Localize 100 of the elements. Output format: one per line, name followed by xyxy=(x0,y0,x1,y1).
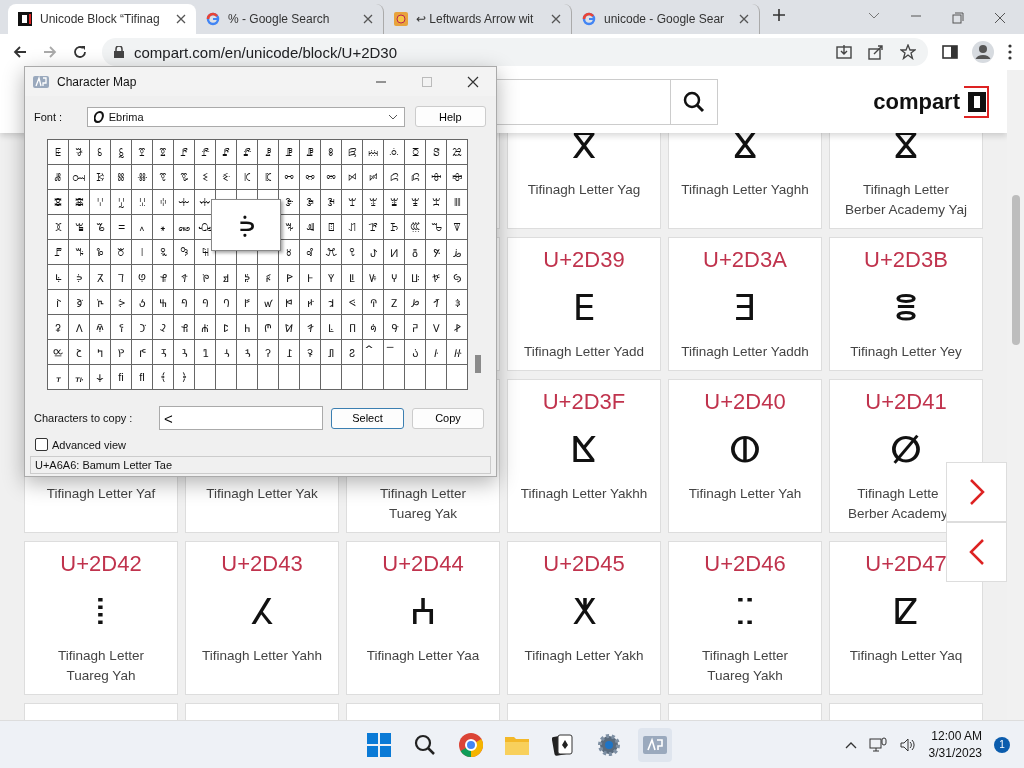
advanced-view-checkbox[interactable] xyxy=(35,438,48,451)
character-cell[interactable]: ꚡ xyxy=(384,240,405,265)
character-cell[interactable]: ﴿ xyxy=(174,365,195,390)
character-cell[interactable]: ꗖ xyxy=(237,140,258,165)
character-cell[interactable]: ꗛ xyxy=(342,140,363,165)
character-cell[interactable]: ꗕ xyxy=(216,140,237,165)
character-card[interactable]: U+2D45 ⵅ Tifinagh Letter Yakh xyxy=(507,541,661,695)
character-cell[interactable]: ꗲ xyxy=(405,165,426,190)
character-cell[interactable]: ꘅ xyxy=(384,190,405,215)
menu-icon[interactable] xyxy=(1008,44,1012,60)
character-cell[interactable]: ꛴ xyxy=(447,340,468,365)
character-cell[interactable]: ꚱ xyxy=(300,265,321,290)
character-cell[interactable]: ꗫ xyxy=(258,165,279,190)
close-icon[interactable] xyxy=(994,12,1006,24)
close-icon[interactable] xyxy=(176,14,186,24)
character-cell[interactable]: ꛜ xyxy=(363,315,384,340)
character-cell[interactable]: ꗯ xyxy=(342,165,363,190)
character-cell[interactable]: ꚥ xyxy=(48,265,69,290)
character-cell[interactable]: ꛵ xyxy=(48,365,69,390)
network-icon[interactable] xyxy=(868,736,887,753)
character-cell[interactable]: ꛢ xyxy=(69,340,90,365)
character-cell[interactable]: ꛚ xyxy=(321,315,342,340)
character-cell[interactable]: ꘝ xyxy=(48,240,69,265)
character-cell[interactable] xyxy=(237,365,258,390)
character-cell[interactable]: ꛤ xyxy=(111,340,132,365)
character-cell[interactable]: ꚽ xyxy=(132,290,153,315)
character-cell[interactable]: ꗶ xyxy=(69,190,90,215)
copy-button[interactable]: Copy xyxy=(412,407,484,429)
character-cell[interactable]: ꘄ xyxy=(363,190,384,215)
character-cell[interactable]: ꘂ xyxy=(321,190,342,215)
character-cell[interactable] xyxy=(426,365,447,390)
character-cell[interactable]: ꗮ xyxy=(321,165,342,190)
character-cell[interactable]: ꚯ xyxy=(258,265,279,290)
character-cell[interactable]: ꛁ xyxy=(216,290,237,315)
character-cell[interactable]: ꗦ xyxy=(153,165,174,190)
character-cell[interactable]: ꘗ xyxy=(342,215,363,240)
address-bar[interactable]: compart.com/en/unicode/block/U+2D30 xyxy=(102,38,928,66)
character-cell[interactable]: ꘊ xyxy=(69,215,90,240)
character-cell[interactable]: ꚤ xyxy=(447,240,468,265)
character-cell[interactable]: ꘇ xyxy=(426,190,447,215)
character-cell[interactable] xyxy=(258,365,279,390)
font-dropdown[interactable]: Ebrima xyxy=(86,106,405,127)
character-cell[interactable]: ꚲ xyxy=(321,265,342,290)
character-cell[interactable]: ꘜ xyxy=(447,215,468,240)
character-cell[interactable]: ꘎ xyxy=(153,215,174,240)
help-button[interactable]: Help xyxy=(414,106,486,127)
character-cell[interactable]: ꘩ xyxy=(300,240,321,265)
character-cell[interactable]: ꗷ xyxy=(90,190,111,215)
character-cell[interactable]: ꚮ xyxy=(237,265,258,290)
character-cell[interactable]: ꚺ xyxy=(69,290,90,315)
character-cell[interactable]: ꛛ xyxy=(342,315,363,340)
character-cell[interactable]: ꗳ xyxy=(426,165,447,190)
character-cell[interactable]: ꗨ xyxy=(195,165,216,190)
character-cell[interactable]: ꘚ xyxy=(405,215,426,240)
character-cell[interactable]: ꘣ xyxy=(174,240,195,265)
character-cell[interactable]: ꚵ xyxy=(384,265,405,290)
character-cell[interactable]: ꗵ xyxy=(48,190,69,215)
character-cell[interactable] xyxy=(321,365,342,390)
character-cell[interactable]: ꘞ xyxy=(69,240,90,265)
character-cell[interactable]: ꘟ xyxy=(90,240,111,265)
character-cell[interactable]: ꗩ xyxy=(216,165,237,190)
character-cell[interactable]: ꘠ xyxy=(111,240,132,265)
character-cell[interactable]: ꗧ xyxy=(174,165,195,190)
character-cell[interactable]: ꛆ xyxy=(321,290,342,315)
character-cell[interactable]: ꛬ xyxy=(279,340,300,365)
character-cell[interactable]: ꘕ xyxy=(300,215,321,240)
character-cell[interactable]: ꘌ xyxy=(111,215,132,240)
character-cell[interactable]: ꘆ xyxy=(405,190,426,215)
character-cell[interactable]: ꗔ xyxy=(195,140,216,165)
character-cell[interactable]: ꚶ xyxy=(405,265,426,290)
character-cell[interactable]: ꛡ xyxy=(48,340,69,365)
character-card[interactable]: U+2D42 ⵂ Tifinagh Letter Tuareg Yah xyxy=(24,541,178,695)
star-icon[interactable] xyxy=(900,44,916,60)
character-cell[interactable]: ꘉ xyxy=(48,215,69,240)
character-cell[interactable]: ꛅ xyxy=(300,290,321,315)
character-cell[interactable]: ꗗ xyxy=(258,140,279,165)
character-cell[interactable]: ꘙ xyxy=(384,215,405,240)
character-cell[interactable]: ꘡ xyxy=(132,240,153,265)
character-cell[interactable]: ꛱ xyxy=(384,340,405,365)
character-cell[interactable]: ꚰ xyxy=(279,265,300,290)
character-cell[interactable]: ꛫ xyxy=(258,340,279,365)
character-cell[interactable]: ꛳ xyxy=(426,340,447,365)
character-cell[interactable]: ꚬ xyxy=(195,265,216,290)
character-cell[interactable]: ꛗ xyxy=(258,315,279,340)
character-cell[interactable]: ꛷ xyxy=(90,365,111,390)
side-panel-icon[interactable] xyxy=(942,44,958,60)
character-cell[interactable]: ꘛ xyxy=(426,215,447,240)
browser-tab[interactable]: Unicode Block “Tifinag xyxy=(8,4,196,34)
character-cell[interactable]: ꚨ xyxy=(111,265,132,290)
character-cell[interactable]: ꗒ xyxy=(153,140,174,165)
character-cell[interactable]: ꛍ xyxy=(48,315,69,340)
character-cell[interactable]: ꘪ xyxy=(321,240,342,265)
character-cell[interactable]: ꛰ xyxy=(363,340,384,365)
new-tab-icon[interactable] xyxy=(772,8,786,22)
character-card[interactable]: U+2D43 ⵃ Tifinagh Letter Yahh xyxy=(185,541,339,695)
character-cell[interactable]: ꗰ xyxy=(363,165,384,190)
character-card[interactable]: U+2D47 ⵇ Tifinagh Letter Yaq xyxy=(829,541,983,695)
character-cell[interactable]: ꛞ xyxy=(405,315,426,340)
character-cell[interactable]: ꛲ xyxy=(405,340,426,365)
character-cell[interactable]: ꘋ xyxy=(90,215,111,240)
